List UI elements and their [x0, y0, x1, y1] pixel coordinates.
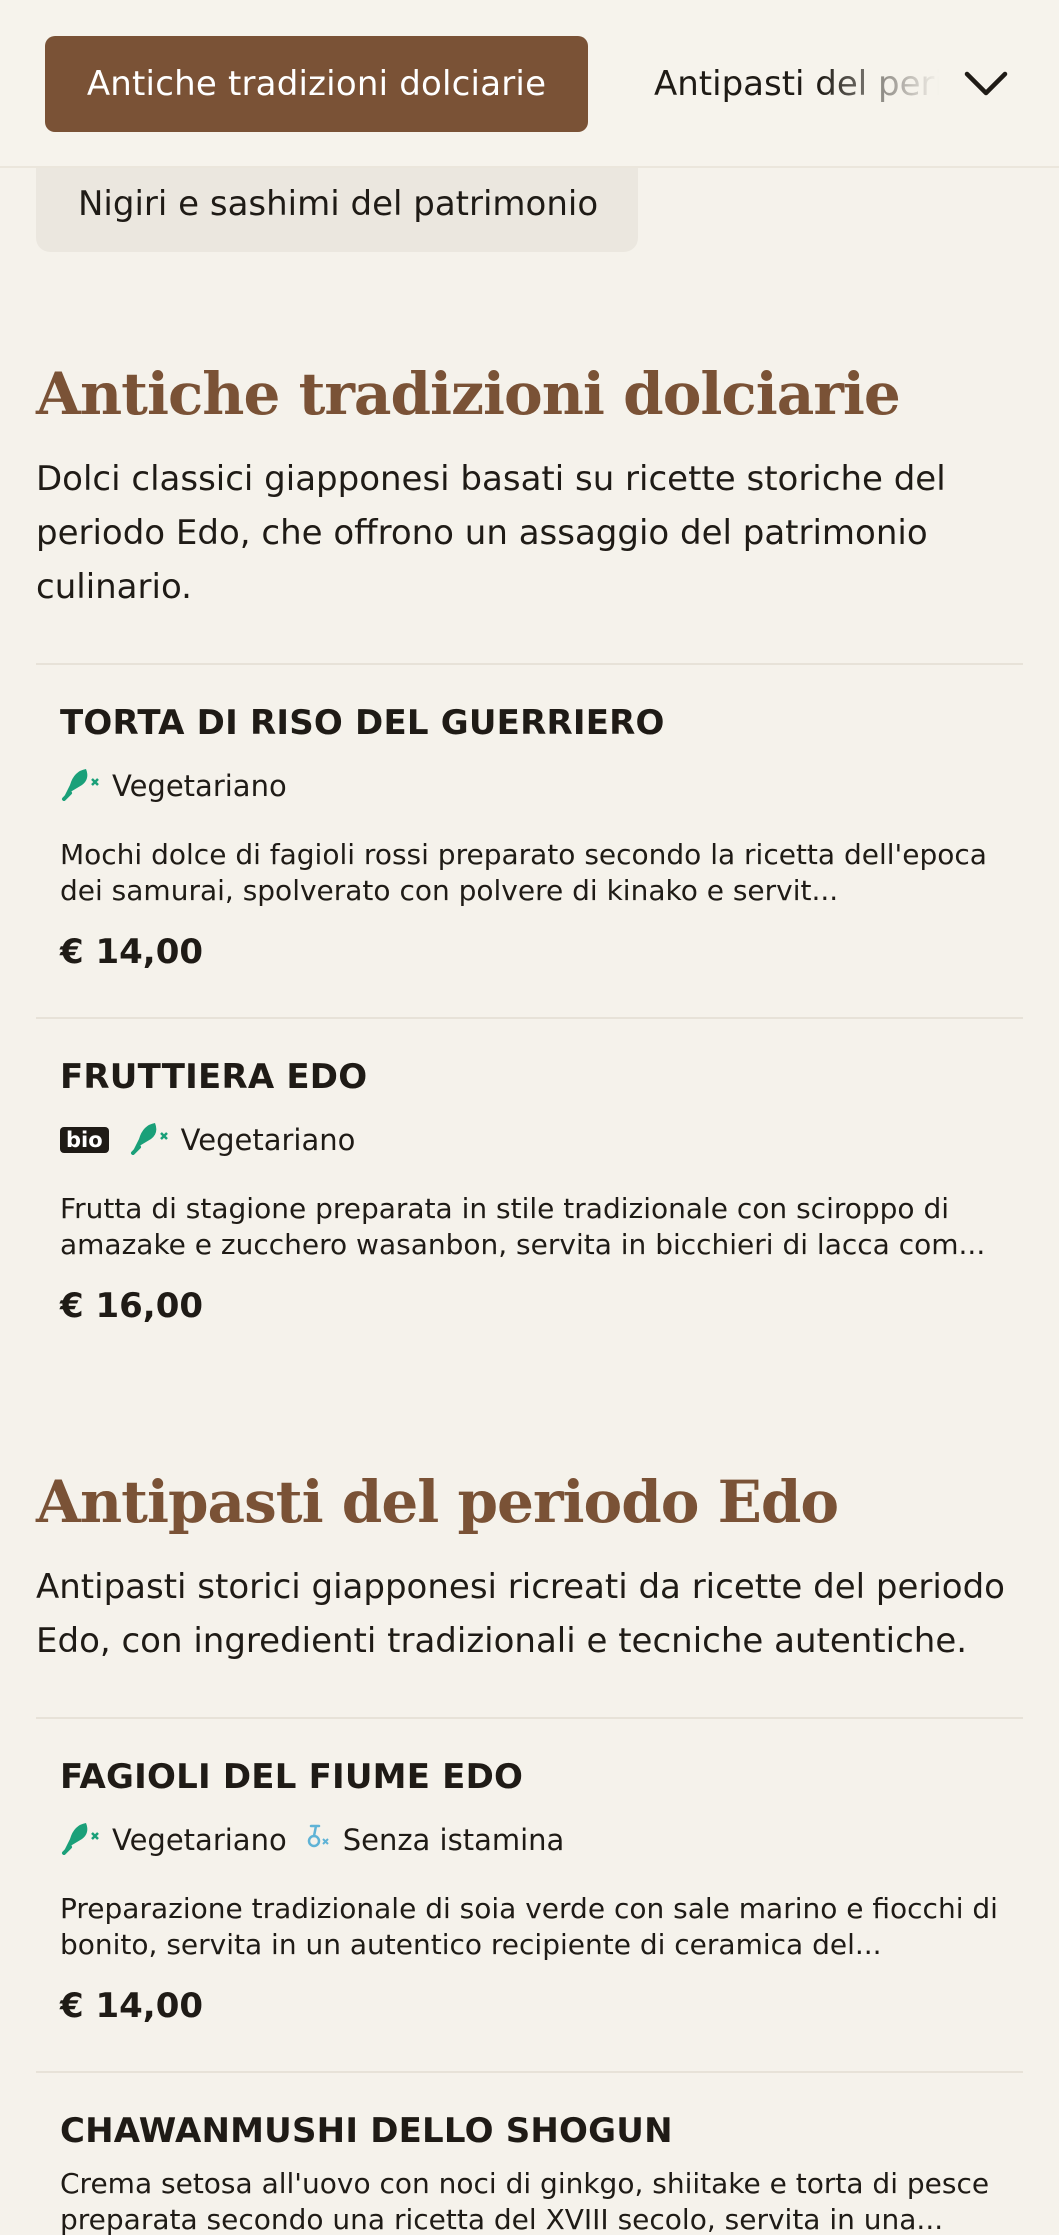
item-name: FAGIOLI DEL FIUME EDO: [60, 1757, 524, 1797]
section-description: Antipasti storici giapponesi ricreati da…: [36, 1567, 1005, 1661]
section-title: Antipasti del periodo Edo: [36, 1468, 839, 1536]
divider: [36, 1717, 1023, 1719]
vegetarian-icon: [60, 1817, 102, 1862]
category-chip-previous[interactable]: Nigiri e sashimi del patrimonio: [36, 156, 638, 252]
item-name: TORTA DI RISO DEL GUERRIERO: [60, 703, 665, 743]
item-description: Preparazione tradizionale di soia verde …: [60, 1892, 998, 1961]
item-description: Mochi dolce di fagioli rossi preparato s…: [60, 838, 987, 907]
item-description: Crema setosa all'uovo con noci di ginkgo…: [60, 2167, 990, 2235]
category-nav-bar: Antiche tradizioni dolciarie Antipasti d…: [0, 0, 1059, 168]
category-tab-active[interactable]: Antiche tradizioni dolciarie: [45, 36, 588, 132]
item-price: € 14,00: [60, 932, 204, 972]
section-title: Antiche tradizioni dolciarie: [36, 360, 901, 428]
tag-vegetarian: Vegetariano: [60, 763, 287, 808]
category-tab-next[interactable]: Antipasti del periodo Edo: [654, 36, 954, 132]
item-tags: bio Vegetariano: [60, 1117, 361, 1162]
tag-label: Vegetariano: [180, 1122, 356, 1157]
divider: [36, 1017, 1023, 1019]
divider: [36, 663, 1023, 665]
tag-histamine-free: Senza istamina: [303, 1821, 565, 1858]
vegetarian-icon: [129, 1117, 171, 1162]
section-description: Dolci classici giapponesi basati su rice…: [36, 459, 946, 607]
item-price: € 16,00: [60, 1286, 204, 1326]
item-description: Frutta di stagione preparata in stile tr…: [60, 1192, 986, 1261]
item-tags: Vegetariano: [60, 763, 293, 808]
vegetarian-icon: [60, 763, 102, 808]
tag-label: Vegetariano: [112, 768, 287, 803]
tag-vegetarian: Vegetariano: [60, 1817, 287, 1862]
chevron-down-icon[interactable]: [960, 58, 1012, 110]
tag-vegetarian: Vegetariano: [129, 1117, 356, 1162]
tag-label: Senza istamina: [342, 1822, 565, 1857]
item-name: CHAWANMUSHI DELLO SHOGUN: [60, 2111, 673, 2151]
histamine-free-icon: [303, 1821, 333, 1858]
item-name: FRUTTIERA EDO: [60, 1057, 368, 1097]
divider: [36, 2071, 1023, 2073]
item-tags: Vegetariano Senza istamina: [60, 1817, 570, 1862]
bio-badge: bio: [60, 1126, 109, 1153]
tag-label: Vegetariano: [112, 1822, 287, 1857]
item-price: € 14,00: [60, 1986, 204, 2026]
